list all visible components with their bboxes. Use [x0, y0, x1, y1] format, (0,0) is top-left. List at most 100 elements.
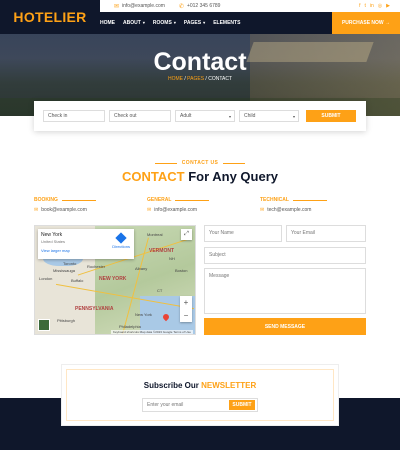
breadcrumb-current: CONTACT — [208, 76, 232, 82]
adult-select[interactable]: Adult ▾ — [175, 110, 235, 122]
map-label: NEW YORK — [99, 276, 127, 282]
name-input[interactable]: Your Name — [204, 225, 282, 242]
map-label: London — [39, 276, 53, 281]
purchase-label: PURCHASE NOW — [341, 20, 384, 26]
nav-pages[interactable]: PAGES ▾ — [184, 20, 205, 26]
brand-name: HOTELIER — [13, 9, 87, 25]
divider — [223, 162, 246, 164]
email-placeholder: Your Email — [291, 230, 315, 236]
checkin-input[interactable]: Check in — [43, 110, 105, 122]
name-placeholder: Your Name — [209, 230, 234, 236]
child-value: Child — [244, 113, 256, 119]
section-title: CONTACT For Any Query — [0, 169, 400, 184]
map-zoom-control: + − — [180, 296, 192, 322]
nav-about[interactable]: ABOUT ▾ — [123, 20, 145, 26]
chevron-down-icon: ▾ — [202, 20, 206, 25]
instagram-icon[interactable]: ◎ — [378, 3, 382, 9]
chevron-down-icon: ▾ — [292, 113, 295, 119]
message-placeholder: Message — [209, 273, 230, 279]
section-title-accent: CONTACT — [121, 169, 185, 184]
subject-placeholder: Subject — [209, 252, 226, 258]
chevron-down-icon: ▾ — [141, 20, 145, 25]
page-title: Contact — [153, 48, 247, 76]
contact-general: GENERAL ✉ info@example.com — [147, 197, 247, 213]
newsletter-box: Subscribe Our NEWSLETTER Enter your emai… — [62, 365, 338, 425]
phone-icon: ✆ — [178, 3, 184, 10]
contact-label-text: TECHNICAL — [260, 197, 289, 203]
chevron-down-icon: ▾ — [172, 20, 176, 25]
contact-email[interactable]: ✉ info@example.com — [147, 207, 247, 213]
nav-elements[interactable]: ELEMENTS — [213, 20, 240, 26]
checkin-placeholder: Check in — [48, 113, 68, 119]
youtube-icon[interactable]: ▶ — [386, 3, 390, 9]
map-label: New York — [135, 312, 152, 317]
map-label: Buffalo — [71, 278, 84, 283]
divider — [154, 162, 177, 164]
map-label: Rochester — [87, 264, 106, 269]
booking-submit-button[interactable]: SUBMIT — [306, 110, 356, 122]
map-label: Montreal — [147, 232, 163, 237]
envelope-icon: ✉ — [147, 207, 152, 213]
zoom-out-icon[interactable]: − — [184, 311, 189, 320]
zoom-in-icon[interactable]: + — [184, 298, 189, 307]
arrow-right-icon: → — [385, 20, 391, 26]
divider — [61, 199, 96, 201]
google-map[interactable]: Ottawa Montreal Toronto Rochester Buffal… — [34, 225, 196, 335]
map-label: Boston — [175, 268, 188, 273]
contact-email-text: book@example.com — [41, 207, 87, 213]
subject-input[interactable]: Subject — [204, 247, 366, 264]
topbar-phone[interactable]: ✆ +012 345 6789 — [179, 3, 221, 10]
directions-label: Directions — [112, 244, 130, 249]
directions-icon — [115, 232, 127, 244]
message-textarea[interactable]: Message — [204, 268, 366, 314]
directions-button[interactable]: Directions — [112, 232, 130, 249]
contact-booking: BOOKING ✉ book@example.com — [34, 197, 134, 213]
envelope-icon: ✉ — [114, 3, 120, 10]
contact-technical: TECHNICAL ✉ tech@example.com — [260, 197, 360, 213]
nav-list: HOME ABOUT ▾ ROOMS ▾ PAGES ▾ ELEMENTS — [100, 20, 240, 26]
brand-logo[interactable]: HOTELIER — [0, 0, 100, 34]
contact-label-text: BOOKING — [34, 197, 58, 203]
topbar-phone-text: +012 345 6789 — [186, 3, 221, 9]
map-label: Mississauga — [53, 268, 76, 273]
contact-label-text: GENERAL — [147, 197, 172, 203]
fullscreen-icon[interactable]: ⤢ — [181, 229, 192, 240]
breadcrumb: HOME / PAGES / CONTACT — [0, 76, 400, 82]
twitter-icon[interactable]: t — [364, 3, 365, 9]
contact-email[interactable]: ✉ book@example.com — [34, 207, 134, 213]
email-input[interactable]: Your Email — [286, 225, 366, 242]
envelope-icon: ✉ — [260, 207, 265, 213]
breadcrumb-pages[interactable]: PAGES — [187, 76, 204, 82]
contact-label: GENERAL — [147, 197, 247, 203]
contact-label: BOOKING — [34, 197, 134, 203]
nav-rooms[interactable]: ROOMS ▾ — [153, 20, 176, 26]
topbar-email-text: info@example.com — [122, 3, 165, 9]
map-label: Philadelphia — [119, 324, 141, 329]
nav-home[interactable]: HOME — [100, 20, 115, 26]
linkedin-icon[interactable]: in — [370, 3, 374, 9]
breadcrumb-home[interactable]: HOME — [168, 76, 183, 82]
checkout-placeholder: Check out — [114, 113, 137, 119]
nav-rooms-label: ROOMS — [152, 20, 172, 26]
contact-label: TECHNICAL — [260, 197, 360, 203]
booking-form: Check in Check out Adult ▾ Child ▾ SUBMIT — [34, 101, 366, 131]
facebook-icon[interactable]: f — [359, 3, 360, 9]
divider — [292, 199, 327, 201]
map-label: NH — [169, 256, 175, 261]
map-label: CT — [157, 288, 163, 293]
child-select[interactable]: Child ▾ — [239, 110, 299, 122]
topbar-email[interactable]: ✉ info@example.com — [114, 3, 165, 10]
newsletter-frame — [66, 369, 334, 421]
checkout-input[interactable]: Check out — [109, 110, 171, 122]
contact-email-text: info@example.com — [154, 207, 198, 213]
send-message-button[interactable]: SEND MESSAGE — [204, 318, 366, 335]
map-info-card: New York United States View larger map D… — [38, 229, 134, 259]
purchase-button[interactable]: PURCHASE NOW → — [332, 12, 400, 34]
map-label: PENNSYLVANIA — [75, 306, 114, 312]
map-satellite-toggle[interactable] — [38, 319, 50, 331]
section-subtitle-text: CONTACT US — [181, 160, 219, 166]
map-label: VERMONT — [149, 248, 174, 254]
nav-pages-label: PAGES — [183, 20, 202, 26]
nav-about-label: ABOUT — [123, 20, 141, 26]
contact-email[interactable]: ✉ tech@example.com — [260, 207, 360, 213]
